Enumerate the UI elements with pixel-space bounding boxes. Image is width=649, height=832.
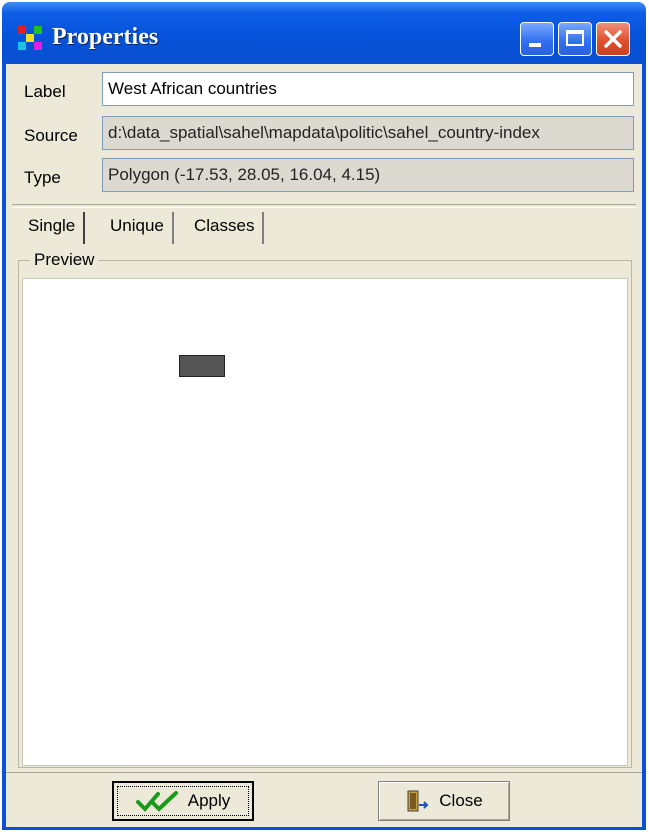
apply-button[interactable]: Apply [112,781,254,821]
door-exit-icon [407,790,429,812]
style-swatch[interactable] [179,355,225,377]
preview-canvas [22,278,628,766]
button-bar: Apply Close [6,772,642,827]
close-button[interactable]: Close [378,781,510,821]
type-field: Polygon (-17.53, 28.05, 16.04, 4.15) [102,158,634,192]
tab-classes[interactable]: Classes [186,212,265,244]
maximize-button[interactable] [558,22,592,56]
close-window-button[interactable] [596,22,630,56]
close-icon [604,30,622,48]
layers-icon [18,26,42,50]
dialog-body: Label West African countries Source d:\d… [6,64,642,826]
type-caption: Type [24,168,61,187]
label-caption: Label [24,82,66,101]
title-bar[interactable]: Properties [2,2,646,64]
window-title: Properties [52,24,159,50]
close-label: Close [439,791,483,810]
tab-single[interactable]: Single [20,212,86,244]
preview-title: Preview [30,250,99,270]
double-checkmark-icon [135,791,178,812]
source-caption: Source [24,126,78,145]
label-input[interactable]: West African countries [102,72,634,106]
minimize-button[interactable] [520,22,554,56]
apply-label: Apply [187,791,231,810]
source-field: d:\data_spatial\sahel\mapdata\politic\sa… [102,116,634,150]
minimize-icon [529,43,541,47]
divider [12,204,636,208]
tab-unique[interactable]: Unique [102,212,174,244]
maximize-icon [566,30,584,46]
properties-window: Properties Label West African countries … [2,2,646,830]
